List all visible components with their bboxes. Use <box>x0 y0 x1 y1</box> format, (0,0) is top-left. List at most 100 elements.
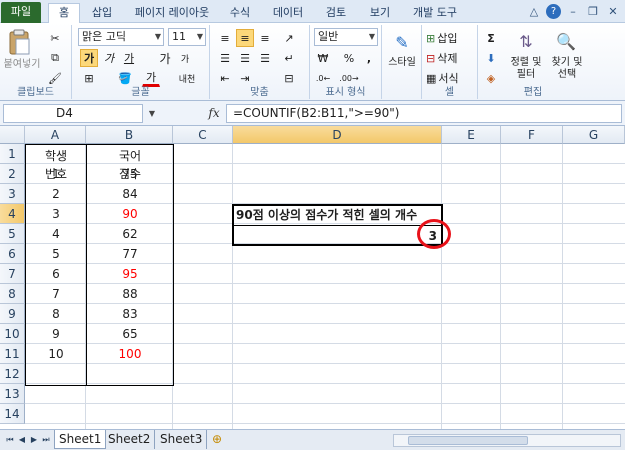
select-all-corner[interactable] <box>0 126 25 144</box>
sheet-tab-2[interactable]: Sheet2 <box>104 430 156 449</box>
row-header-1[interactable]: 1 <box>0 144 25 164</box>
scrollbar-thumb[interactable] <box>408 436 528 445</box>
minimize-ribbon-icon[interactable]: △ <box>526 4 542 20</box>
highlight-circle <box>417 219 451 249</box>
tab-view[interactable]: 보기 <box>362 4 398 23</box>
prev-sheet-icon[interactable]: ◀ <box>16 433 28 447</box>
column-header-g[interactable]: G <box>563 126 625 144</box>
tab-data[interactable]: 데이터 <box>266 4 310 23</box>
close-icon[interactable]: ✕ <box>605 4 621 20</box>
bold-button[interactable]: 가 <box>80 49 98 67</box>
help-icon[interactable]: ? <box>546 4 561 19</box>
fill-icon[interactable]: ⬇ <box>482 49 500 67</box>
align-top-icon[interactable]: ≡ <box>216 29 234 47</box>
tab-developer[interactable]: 개발 도구 <box>406 4 464 23</box>
horizontal-scrollbar[interactable] <box>393 434 621 447</box>
column-header-f[interactable]: F <box>501 126 563 144</box>
row-header-5[interactable]: 5 <box>0 224 25 244</box>
column-header-c[interactable]: C <box>173 126 233 144</box>
align-bottom-icon[interactable]: ≡ <box>256 29 274 47</box>
underline-button[interactable]: 가 <box>120 49 138 67</box>
row-header-11[interactable]: 11 <box>0 344 25 364</box>
align-center-icon[interactable]: ☰ <box>236 49 254 67</box>
tab-page-layout[interactable]: 페이지 레이아웃 <box>124 4 220 23</box>
insert-function-button[interactable]: fx <box>204 104 224 123</box>
cut-icon[interactable]: ✂ <box>46 29 64 47</box>
row-header-13[interactable]: 13 <box>0 384 25 404</box>
grow-font-button[interactable]: 가 <box>156 49 174 67</box>
sort-filter-icon[interactable]: ⇅ <box>514 29 538 53</box>
row-header-4[interactable]: 4 <box>0 204 25 224</box>
accounting-format-icon[interactable]: ₩ <box>314 49 332 67</box>
column-header-d[interactable]: D <box>233 126 442 144</box>
column-header-e[interactable]: E <box>442 126 501 144</box>
next-sheet-icon[interactable]: ▶ <box>28 433 40 447</box>
row-header-6[interactable]: 6 <box>0 244 25 264</box>
tab-home[interactable]: 홈 <box>48 3 80 24</box>
find-select-icon[interactable]: 🔍 <box>554 29 578 53</box>
insert-cells-button[interactable]: ⊞ 삽입 <box>426 29 476 47</box>
row-header-10[interactable]: 10 <box>0 324 25 344</box>
restore-icon[interactable]: ❐ <box>585 4 601 20</box>
delete-cells-button[interactable]: ⊟ 삭제 <box>426 49 476 67</box>
font-name-select[interactable]: 맑은 고딕 ▼ <box>78 28 164 46</box>
first-sheet-icon[interactable]: ⏮ <box>4 433 16 447</box>
tab-review[interactable]: 검토 <box>318 4 354 23</box>
styles-icon[interactable]: ✎ <box>392 31 412 53</box>
sort-filter-label-2[interactable]: 필터 <box>506 69 546 81</box>
row-header-8[interactable]: 8 <box>0 284 25 304</box>
sort-filter-label[interactable]: 정렬 및 <box>506 57 546 69</box>
sheet-tab-1[interactable]: Sheet1 <box>54 430 107 449</box>
autosum-icon[interactable]: Σ <box>482 29 500 47</box>
row-header-7[interactable]: 7 <box>0 264 25 284</box>
shrink-font-button[interactable]: 가 <box>176 49 194 67</box>
worksheet-grid[interactable]: A B C D E F G 1 2 3 4 5 6 7 8 9 10 11 12 13 14 학생 번호 … <box>0 126 625 429</box>
percent-style-button[interactable]: % <box>340 49 358 67</box>
number-group-label: 표시 형식 <box>325 87 366 98</box>
row-header-12[interactable]: 12 <box>0 364 25 384</box>
column-header-a[interactable]: A <box>25 126 86 144</box>
insert-icon: ⊞ <box>426 31 436 45</box>
styles-button-label[interactable]: 스타일 <box>382 57 422 69</box>
formula-input[interactable]: =COUNTIF(B2:B11,">=90") <box>226 104 622 123</box>
name-box[interactable]: D4 <box>3 104 143 123</box>
tab-file[interactable]: 파일 <box>1 2 41 23</box>
insert-sheet-icon[interactable]: ⊕ <box>208 430 226 449</box>
sheet-tab-3[interactable]: Sheet3 <box>156 430 208 449</box>
row-header-2[interactable]: 2 <box>0 164 25 184</box>
last-sheet-icon[interactable]: ⏭ <box>40 433 52 447</box>
chevron-down-icon[interactable]: ▼ <box>146 104 158 123</box>
align-middle-icon[interactable]: ≡ <box>236 29 254 47</box>
italic-button[interactable]: 가 <box>100 49 118 67</box>
copy-icon[interactable]: ⧉ <box>46 49 64 67</box>
tab-insert[interactable]: 삽입 <box>86 4 118 23</box>
find-select-label-2[interactable]: 선택 <box>546 69 588 81</box>
column-header-b[interactable]: B <box>86 126 173 144</box>
comma-style-button[interactable]: , <box>360 49 378 67</box>
row-header-14[interactable]: 14 <box>0 404 25 424</box>
cells-group: ⊞ 삽입 ⊟ 삭제 ▦ 서식 셀 <box>422 25 478 99</box>
row-header-9[interactable]: 9 <box>0 304 25 324</box>
font-size-select[interactable]: 11 ▼ <box>168 28 206 46</box>
wrap-text-icon[interactable]: ↵ <box>280 49 298 67</box>
paste-icon[interactable] <box>6 27 32 57</box>
clipboard-group-label: 클립보드 <box>17 87 54 98</box>
align-right-icon[interactable]: ☰ <box>256 49 274 67</box>
font-group: 맑은 고딕 ▼ 11 ▼ 가 가 가 가 가 ⊞ 🪣 가 내천 글꼴 <box>72 25 210 99</box>
gridline-v <box>562 144 563 429</box>
orientation-icon[interactable]: ↗ <box>280 29 298 47</box>
cell-d4[interactable]: 3 <box>234 226 441 246</box>
paste-button-label[interactable]: 붙여넣기 <box>0 59 44 71</box>
row-header-3[interactable]: 3 <box>0 184 25 204</box>
gridline-v <box>500 144 501 429</box>
chevron-down-icon: ▼ <box>196 32 203 41</box>
align-left-icon[interactable]: ☰ <box>216 49 234 67</box>
number-group: 일반 ▼ ₩ % , .0← .00→ 표시 형식 <box>310 25 382 99</box>
find-select-label[interactable]: 찾기 및 <box>546 57 588 69</box>
editing-group-label: 편집 <box>523 87 543 98</box>
tab-formulas[interactable]: 수식 <box>222 4 258 23</box>
minimize-icon[interactable]: – <box>565 4 581 20</box>
chevron-down-icon: ▼ <box>368 32 375 41</box>
cell-d3[interactable]: 90점 이상의 점수가 적힌 셀의 개수 <box>236 205 441 225</box>
number-format-select[interactable]: 일반 ▼ <box>314 28 378 46</box>
